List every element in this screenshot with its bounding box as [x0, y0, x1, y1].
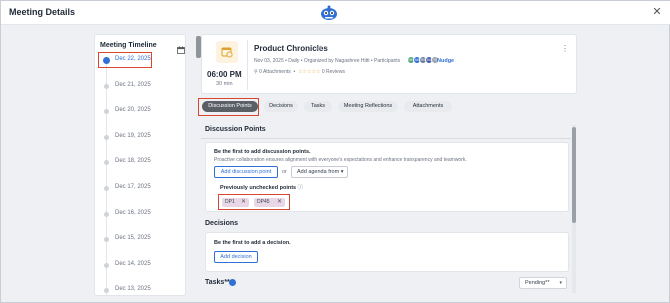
chip-dp1[interactable]: DP1 ✕: [222, 198, 249, 207]
window-title: Meeting Details: [9, 7, 76, 17]
section-divider: [201, 138, 571, 139]
meeting-time: 06:00 PM: [207, 70, 242, 79]
tasks-info-icon[interactable]: [229, 279, 236, 286]
or-label: or: [282, 169, 287, 175]
add-agenda-from-dropdown[interactable]: Add agenda from ▾: [291, 166, 348, 178]
content-scrollbar-thumb[interactable]: [572, 127, 576, 223]
timeline-date-label: Dec 15, 2025: [115, 235, 151, 242]
timeline-date-label: Dec 19, 2025: [115, 132, 151, 139]
chevron-down-icon: ▾: [559, 280, 562, 286]
chip-dp45[interactable]: DP45 ✕: [254, 198, 285, 207]
timeline-date-label: Dec 20, 2025: [115, 107, 151, 114]
timeline-title: Meeting Timeline: [100, 42, 157, 49]
close-icon[interactable]: ✕: [651, 6, 663, 18]
meeting-timeline-panel: Meeting Timeline Dec 22, 2025 Dec 21, 202…: [94, 34, 186, 296]
decisions-empty-heading: Be the first to add a decision.: [214, 240, 291, 246]
timeline-date-item[interactable]: Dec 18, 2025: [100, 157, 182, 169]
timeline-date-item[interactable]: Dec 21, 2025: [100, 81, 182, 93]
meeting-header-card: 06:00 PM 30 min Product Chronicles ⇄ Nov…: [201, 34, 577, 94]
recurring-icon: ⇄: [316, 45, 322, 52]
discussion-section-title: Discussion Points: [205, 126, 266, 133]
timeline-dot: [104, 237, 109, 243]
meeting-calendar-badge: [216, 41, 238, 63]
remove-chip-icon[interactable]: ✕: [241, 198, 246, 207]
timeline-dot: [104, 109, 109, 115]
discussion-empty-text: Proactive collaboration ensures alignmen…: [214, 157, 467, 163]
content-scrollbar[interactable]: [572, 125, 576, 293]
paperclip-icon: ⚲: [254, 69, 258, 75]
timeline-date-label: Dec 21, 2025: [115, 81, 151, 88]
add-decision-button[interactable]: Add decision: [214, 251, 258, 263]
task-status-value: Pending**: [525, 280, 550, 286]
tab-decisions[interactable]: Decisions: [264, 101, 298, 112]
timeline-date-label: Dec 13, 2025: [115, 286, 151, 293]
chip-label: DP1: [225, 199, 235, 205]
timeline-date-label: Dec 18, 2025: [115, 158, 151, 165]
timeline-dot: [104, 83, 109, 89]
timeline-date-item[interactable]: Dec 19, 2025: [100, 132, 182, 144]
chevron-down-icon: ▾: [340, 169, 344, 175]
meeting-duration: 30 min: [216, 81, 233, 87]
tasks-section-title: Tasks**: [205, 279, 230, 286]
unchecked-points-chips: DP1 ✕ DP45 ✕: [218, 194, 290, 210]
attachments-reviews-row: ⚲ 0 Attachments • ☆☆☆☆☆ 0 Reviews: [254, 69, 345, 75]
previously-unchecked-label: Previously unchecked points ⓘ: [220, 183, 303, 191]
decisions-section-title: Decisions: [205, 220, 239, 227]
add-discussion-point-button[interactable]: Add discussion point: [214, 166, 278, 178]
rating-stars-icon[interactable]: ☆☆☆☆☆: [298, 69, 320, 75]
reviews-count[interactable]: 0 Reviews: [322, 69, 345, 75]
more-options-icon[interactable]: ⋮: [561, 44, 569, 53]
timeline-date-label: Dec 14, 2025: [115, 260, 151, 267]
timeline-date-item[interactable]: Dec 16, 2025: [100, 209, 182, 221]
title-bar: Meeting Details ✕: [1, 1, 670, 25]
discussion-empty-heading: Be the first to add discussion points.: [214, 149, 311, 155]
tab-content: Discussion Points Be the first to add di…: [201, 121, 571, 296]
active-tab-highlight: [198, 98, 259, 116]
task-status-filter[interactable]: Pending** ▾: [519, 277, 567, 289]
timeline-dot: [104, 186, 109, 191]
timeline-dot: [104, 211, 109, 217]
active-date-highlight: [98, 52, 152, 68]
chip-label: DP45: [257, 199, 270, 205]
previously-unchecked-text: Previously unchecked points: [220, 185, 297, 191]
tab-tasks[interactable]: Tasks: [304, 101, 332, 112]
info-icon[interactable]: ⓘ: [298, 185, 304, 191]
meeting-details-window: Meeting Details ✕ Meeting Timeline Dec 2…: [0, 0, 670, 303]
nudge-link[interactable]: Nudge: [437, 58, 454, 64]
header-divider: [247, 40, 248, 90]
timeline-date-item[interactable]: Dec 13, 2025: [100, 285, 182, 297]
timeline-dot: [104, 134, 109, 140]
mascot-logo-icon: [319, 3, 339, 23]
meeting-meta: Nov 03, 2025 • Daily • Organized by Naga…: [254, 58, 401, 64]
timeline-date-item[interactable]: Dec 17, 2025: [100, 183, 182, 195]
tab-meeting-reflections[interactable]: Meeting Reflections: [338, 101, 398, 112]
remove-chip-icon[interactable]: ✕: [277, 198, 282, 207]
add-agenda-label: Add agenda from: [297, 169, 340, 175]
timeline-date-item[interactable]: Dec 20, 2025: [100, 106, 182, 118]
timeline-date-label: Dec 17, 2025: [115, 184, 151, 190]
timeline-date-label: Dec 16, 2025: [115, 209, 151, 216]
timeline-dot: [104, 262, 109, 268]
timeline-dot: [104, 160, 109, 166]
calendar-icon[interactable]: [177, 41, 185, 54]
tab-attachments[interactable]: Attachments: [404, 101, 452, 112]
calendar-clock-icon: [221, 47, 233, 58]
timeline-dot: [104, 288, 109, 294]
decisions-card: Be the first to add a decision. Add deci…: [205, 232, 569, 272]
attachments-count[interactable]: 0 Attachments: [259, 69, 291, 75]
timeline-date-item[interactable]: Dec 15, 2025: [100, 234, 182, 246]
timeline-date-item[interactable]: Dec 14, 2025: [100, 260, 182, 272]
